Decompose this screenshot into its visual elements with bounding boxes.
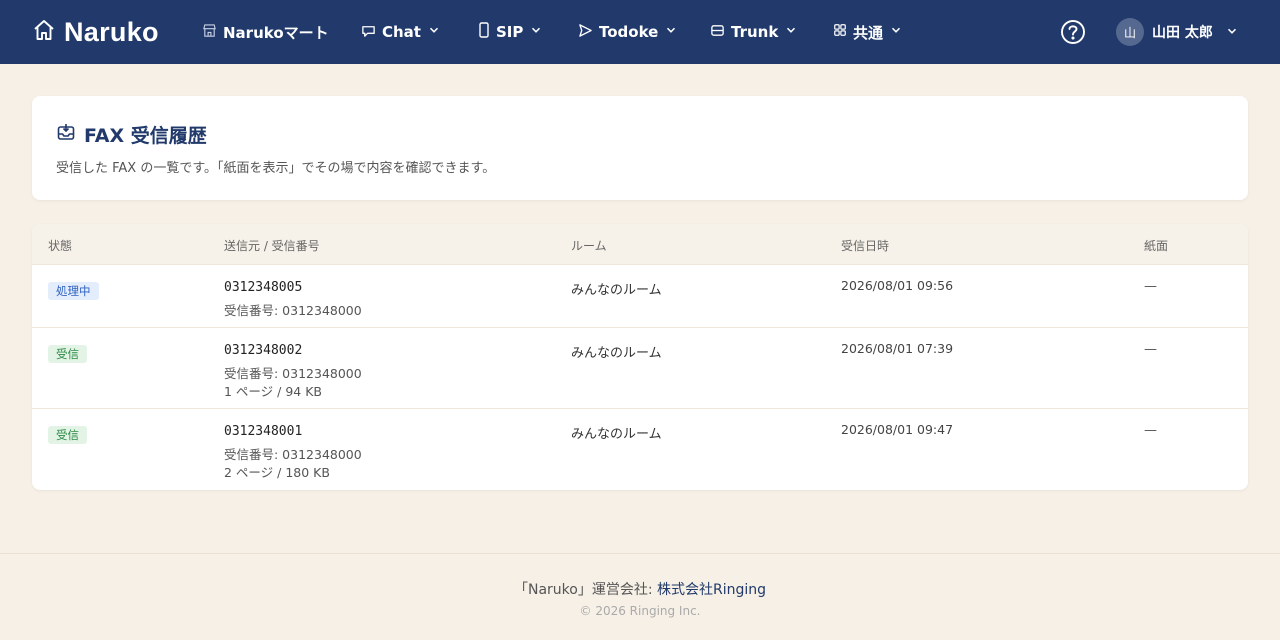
nav-item-chat[interactable]: Chat [361,0,441,64]
received-at: 2026/08/01 07:39 [841,341,954,356]
table-row[interactable]: 受信 0312348002 受信番号: 0312348000 1 ページ / 9… [32,327,1248,408]
column-header-sender: 送信元 / 受信番号 [224,239,320,253]
brand-name: Naruko [64,16,159,47]
nav-item-label: Trunk [731,23,779,41]
column-header-room: ルーム [571,239,607,253]
room-name: みんなのルーム [571,283,662,298]
chevron-down-icon [427,23,441,41]
help-circle-icon [1060,20,1086,49]
page-header-card: FAX 受信履歴 受信した FAX の一覧です。「紙面を表示」でその場で内容を確… [32,96,1248,200]
page-title-text: FAX 受信履歴 [84,125,207,147]
chevron-down-icon [664,23,678,41]
nav-item-sip[interactable]: SIP [478,0,543,64]
fax-table: 状態 送信元 / 受信番号 ルーム 受信日時 紙面 処理中 0312348005… [32,224,1248,490]
top-navbar: Naruko Narukoマート Chat SIP Todoke Trunk 共… [0,0,1280,64]
user-name: 山田 太郎 [1152,25,1213,41]
column-header-status: 状態 [48,239,73,253]
nav-item-label: Narukoマート [223,23,329,42]
room-name: みんなのルーム [571,346,662,361]
nav-item-mart[interactable]: Narukoマート [202,0,329,64]
chevron-down-icon [529,23,543,41]
receiver-number: 受信番号: 0312348000 [224,366,362,381]
nav-item-label: SIP [496,23,524,41]
server-icon [710,23,725,42]
footer-company-line: 「Naruko」運営会社: 株式会社Ringing [0,579,1280,599]
table-row[interactable]: 処理中 0312348005 受信番号: 0312348000 みんなのルーム … [32,264,1248,327]
chevron-down-icon [1225,23,1239,42]
nav-item-label: Todoke [599,23,659,41]
inbox-icon [56,122,76,147]
receiver-number: 受信番号: 0312348000 [224,303,362,318]
chat-icon [361,23,376,42]
column-header-received-at: 受信日時 [841,239,890,253]
user-menu[interactable]: 山 山田 太郎 [1116,18,1239,46]
status-badge: 受信 [48,426,87,444]
status-badge: 受信 [48,345,87,363]
grid-icon [833,23,847,41]
home-icon [32,18,56,46]
chevron-down-icon [889,23,903,41]
paper-placeholder: — [1144,342,1157,357]
sender-number: 0312348005 [224,280,303,295]
nav-item-todoke[interactable]: Todoke [578,0,678,64]
table-row[interactable]: 受信 0312348001 受信番号: 0312348000 2 ページ / 1… [32,408,1248,490]
page-info: 2 ページ / 180 KB [224,465,330,480]
footer-prefix: 「Naruko」運営会社: [513,582,657,598]
nav-item-trunk[interactable]: Trunk [710,0,798,64]
paper-placeholder: — [1144,423,1157,438]
company-link[interactable]: 株式会社Ringing [657,582,766,598]
page-description: 受信した FAX の一覧です。「紙面を表示」でその場で内容を確認できます。 [56,161,496,176]
avatar: 山 [1116,18,1144,46]
page-info: 1 ページ / 94 KB [224,384,322,399]
column-header-paper: 紙面 [1144,239,1169,253]
receiver-number: 受信番号: 0312348000 [224,447,362,462]
received-at: 2026/08/01 09:56 [841,278,954,293]
footer-copyright: © 2026 Ringing Inc. [579,604,701,618]
status-badge: 処理中 [48,282,99,300]
send-icon [578,23,593,42]
store-icon [202,23,217,42]
nav-item-label: 共通 [853,23,884,42]
paper-placeholder: — [1144,279,1157,294]
brand-logo[interactable]: Naruko [32,0,159,64]
room-name: みんなのルーム [571,427,662,442]
chevron-down-icon [784,23,798,41]
page-title: FAX 受信履歴 [56,121,207,148]
phone-icon [478,22,490,42]
table-header: 状態 送信元 / 受信番号 ルーム 受信日時 紙面 [32,224,1248,265]
footer: 「Naruko」運営会社: 株式会社Ringing © 2026 Ringing… [0,553,1280,640]
sender-number: 0312348002 [224,343,303,358]
nav-item-label: Chat [382,23,421,41]
nav-item-common[interactable]: 共通 [833,0,903,64]
received-at: 2026/08/01 09:47 [841,422,954,437]
sender-number: 0312348001 [224,424,303,439]
help-button[interactable] [1060,19,1086,45]
